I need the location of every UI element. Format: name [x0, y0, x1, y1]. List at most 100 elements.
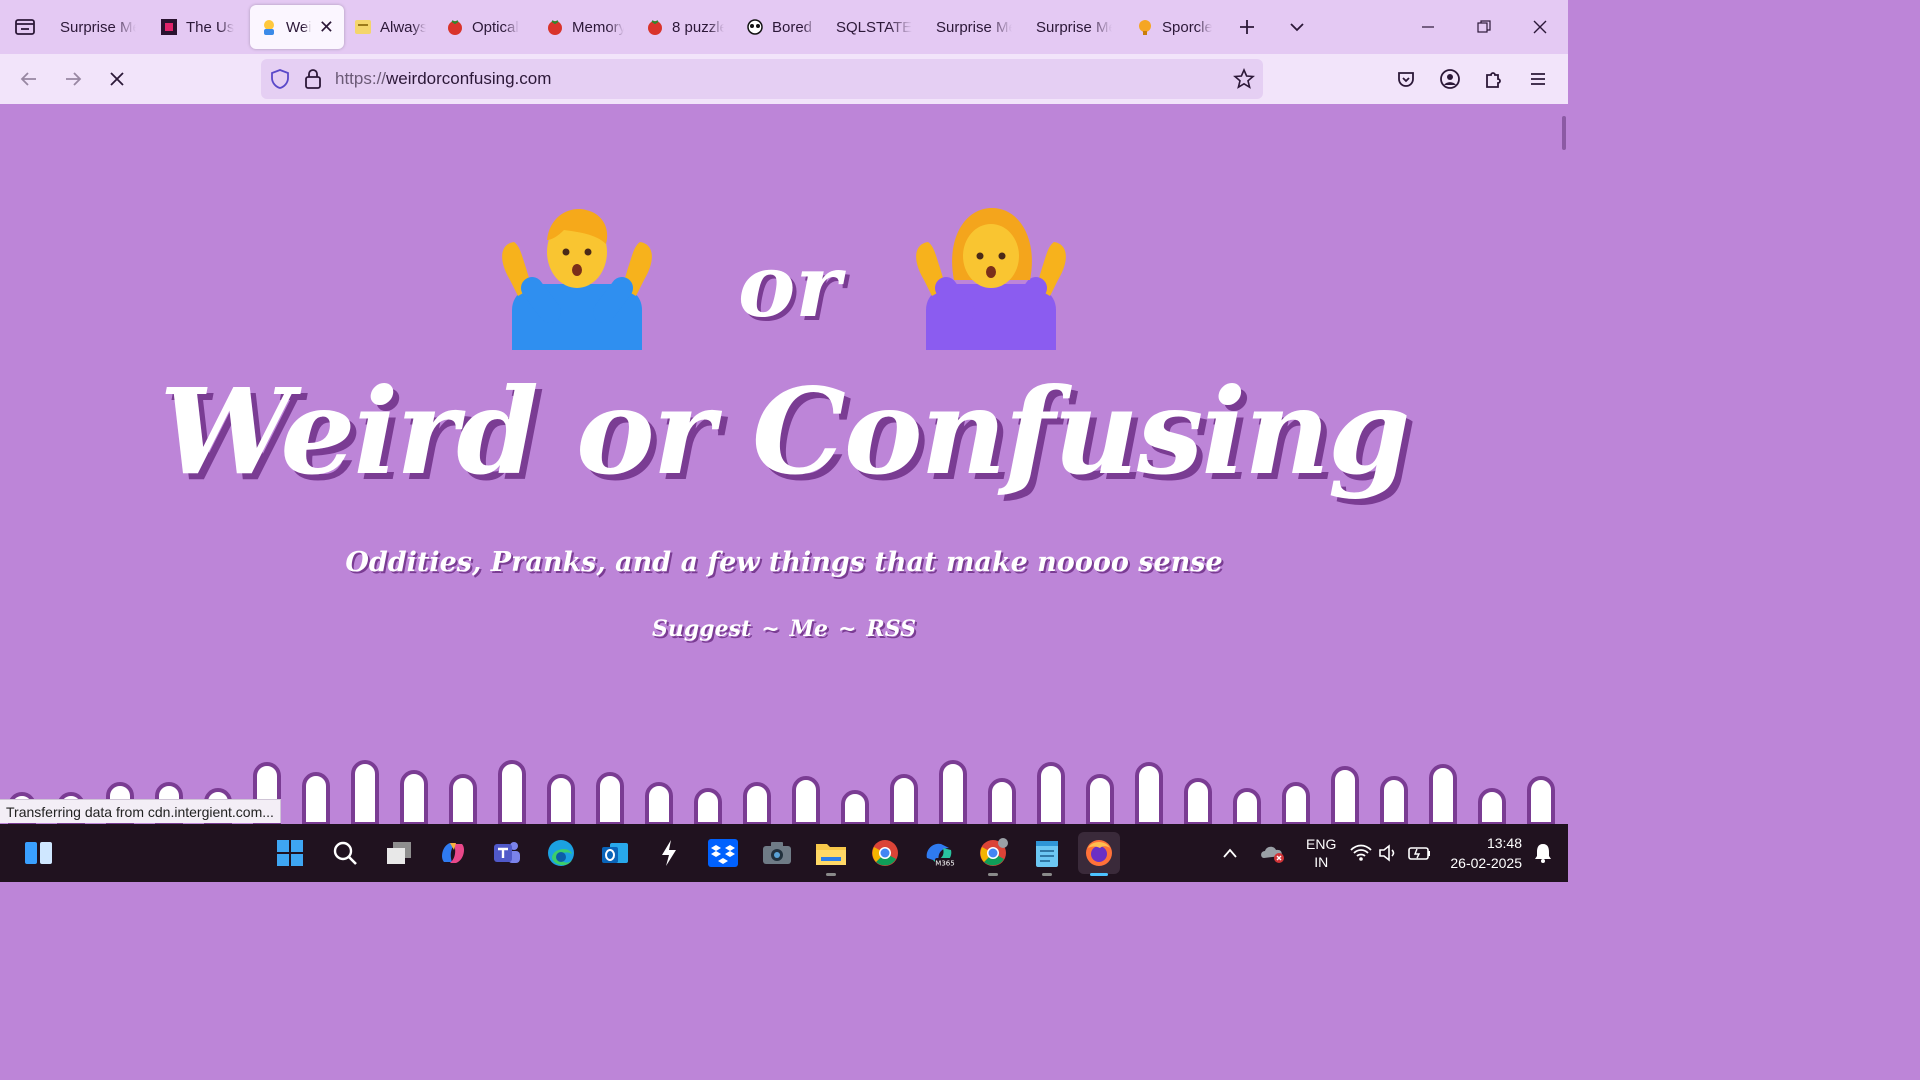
start-button[interactable] [269, 832, 311, 874]
tab-title: The Useless Web [186, 18, 234, 36]
m365-button[interactable]: M365 [918, 832, 960, 874]
close-tab-icon[interactable]: ✕ [319, 17, 334, 38]
useless-web-icon [160, 18, 178, 36]
shield-icon[interactable] [269, 68, 291, 90]
tab-8-puzzle[interactable]: 8 puzzle [636, 5, 736, 49]
file-explorer-button[interactable] [810, 832, 852, 876]
drip-shape [1478, 788, 1506, 824]
drip-shape [645, 782, 673, 824]
edge-button[interactable] [540, 832, 582, 874]
copilot-icon [442, 843, 464, 863]
list-all-tabs-button[interactable] [1272, 0, 1322, 54]
tab-the-useless-web[interactable]: The Useless Web [150, 5, 250, 49]
tab-title: Optical [472, 18, 519, 36]
tab-sqlstate[interactable]: SQLSTATE[HY000] [826, 5, 926, 49]
stop-loading-button[interactable] [95, 57, 139, 101]
status-bar: Transferring data from cdn.intergient.co… [0, 799, 281, 823]
lightning-icon [662, 840, 676, 866]
chrome-profile-button[interactable] [972, 832, 1014, 876]
tab-title: Weird or Confusing [286, 18, 311, 36]
system-tray: ENG IN 13:48 26-02-2025 [1222, 824, 1568, 882]
site-title: Weird or Confusing [159, 362, 1410, 501]
drip-shape [1233, 788, 1261, 824]
search-icon [333, 841, 357, 865]
drip-shape [1184, 778, 1212, 824]
teams-button[interactable] [486, 832, 528, 874]
url-host: weirdorconfusing.com [386, 69, 552, 88]
tab-title: Sporcle [1162, 18, 1212, 36]
man-shrugging-emoji-icon [502, 209, 652, 350]
window-controls [1400, 0, 1568, 54]
tab-optical[interactable]: Optical [436, 5, 536, 49]
clock-time: 13:48 [1486, 835, 1522, 851]
account-button[interactable] [1428, 57, 1472, 101]
pocket-button[interactable] [1384, 57, 1428, 101]
firefox-button[interactable] [1078, 832, 1120, 876]
woman-shrugging-emoji-icon [916, 208, 1066, 350]
drip-shape [449, 774, 477, 824]
copilot-button[interactable] [432, 832, 474, 874]
firefox-view-button[interactable] [0, 0, 50, 54]
close-window-button[interactable] [1512, 0, 1568, 54]
scrollbar-thumb[interactable] [1562, 116, 1566, 150]
address-bar[interactable]: https://weirdorconfusing.com [261, 59, 1263, 99]
chevron-up-icon[interactable] [1222, 847, 1238, 859]
app-launcher-button[interactable] [648, 832, 690, 874]
new-tab-button[interactable] [1222, 0, 1272, 54]
volume-icon[interactable] [1378, 844, 1400, 862]
site-tagline: Oddities, Pranks, and a few things that … [345, 547, 1223, 578]
tomato-icon [546, 18, 564, 36]
tab-surprise-me-3[interactable]: Surprise Me [1026, 5, 1126, 49]
tab-surprise-me-2[interactable]: Surprise Me [926, 5, 1026, 49]
tab-weird-or-confusing[interactable]: Weird or Confusing ✕ [250, 5, 344, 49]
running-indicator [1042, 873, 1052, 876]
tab-always[interactable]: Always [344, 5, 436, 49]
drip-shape [792, 776, 820, 824]
app-menu-button[interactable] [1516, 57, 1560, 101]
running-indicator [826, 873, 836, 876]
drip-shape [988, 778, 1016, 824]
onedrive-error-icon[interactable] [1260, 842, 1286, 864]
restore-button[interactable] [1456, 0, 1512, 54]
drip-shape [1429, 764, 1457, 824]
wifi-icon[interactable] [1350, 844, 1373, 862]
extensions-button[interactable] [1472, 57, 1516, 101]
notification-bell-icon[interactable] [1532, 842, 1554, 864]
me-link[interactable]: Me [790, 616, 828, 642]
back-button[interactable] [7, 57, 51, 101]
drip-shape [1282, 782, 1310, 824]
star-icon[interactable] [1233, 68, 1255, 90]
tab-bored-button[interactable]: Bored Button [736, 5, 826, 49]
header-links: Suggest ~ Me ~ RSS [0, 616, 1568, 642]
web-page: or Weird or Confusing Oddities, Pranks, … [0, 104, 1568, 824]
drip-shape [1331, 766, 1359, 824]
suggest-link[interactable]: Suggest [652, 616, 751, 642]
firefox-view-icon [15, 19, 35, 35]
minimize-icon [1422, 26, 1434, 28]
drip-shape [302, 772, 330, 824]
notepad-icon [1036, 841, 1058, 867]
task-view-button[interactable] [378, 832, 420, 874]
rss-link[interactable]: RSS [866, 616, 916, 642]
notepad-button[interactable] [1026, 832, 1068, 876]
chrome-button[interactable] [864, 832, 906, 874]
hamburger-menu-icon [1531, 73, 1545, 85]
camera-button[interactable] [756, 832, 798, 874]
forward-button[interactable] [51, 57, 95, 101]
battery-icon[interactable] [1408, 844, 1432, 862]
tab-sporcle[interactable]: Sporcle [1126, 5, 1222, 49]
lock-icon[interactable] [303, 68, 323, 90]
language-indicator[interactable]: ENG IN [1306, 835, 1336, 871]
chrome-icon [980, 838, 1008, 866]
dropbox-button[interactable] [702, 832, 744, 874]
minimize-button[interactable] [1400, 0, 1456, 54]
search-button[interactable] [324, 832, 366, 874]
drip-shape [596, 772, 624, 824]
widgets-button[interactable] [18, 832, 60, 874]
tab-surprise-me-1[interactable]: Surprise Me [50, 5, 150, 49]
url-text[interactable]: https://weirdorconfusing.com [335, 69, 551, 89]
outlook-button[interactable] [594, 832, 636, 874]
link-separator: ~ [837, 616, 857, 642]
clock[interactable]: 13:48 26-02-2025 [1450, 833, 1522, 873]
tab-memory[interactable]: Memory [536, 5, 636, 49]
